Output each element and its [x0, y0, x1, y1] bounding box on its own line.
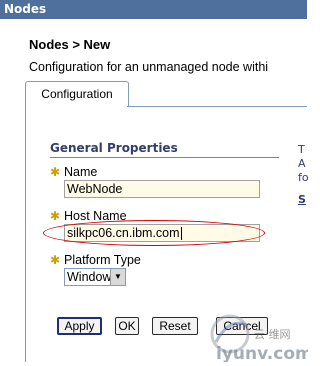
ok-button[interactable]: OK: [115, 317, 139, 335]
side-help-text-1: T: [298, 143, 305, 156]
required-star-icon: ✱: [50, 253, 61, 267]
side-help-text-3: fo: [298, 171, 309, 184]
apply-button[interactable]: Apply: [57, 317, 102, 335]
highlight-ellipse: [43, 220, 265, 246]
platform-type-select[interactable]: Windows ▼: [64, 268, 126, 286]
watermark-sub-text: 云·维网: [254, 328, 291, 341]
tab-panel-border-top: [127, 106, 307, 107]
tab-configuration-label: Configuration: [41, 87, 113, 101]
required-star-icon: ✱: [50, 165, 61, 179]
window-titlebar: Nodes: [0, 0, 307, 19]
tab-configuration[interactable]: Configuration: [25, 81, 129, 107]
name-input[interactable]: WebNode: [64, 180, 260, 198]
watermark-logo-icon: 云·维网 iyunv.com: [210, 314, 313, 364]
dropdown-arrow-icon[interactable]: ▼: [110, 269, 125, 285]
watermark-logo: 云·维网 iyunv.com: [208, 312, 313, 366]
reset-button[interactable]: Reset: [152, 317, 198, 335]
platform-type-label: Platform Type: [64, 253, 141, 267]
watermark-text: iyunv.com: [216, 344, 308, 362]
side-help-link[interactable]: S: [298, 193, 306, 206]
page-description: Configuration for an unmanaged node with…: [29, 60, 269, 74]
section-divider: [50, 157, 279, 158]
tab-panel-border-left: [25, 106, 26, 362]
window-title: Nodes: [4, 2, 47, 16]
side-help-text-2: A: [298, 157, 306, 170]
name-label: Name: [64, 165, 98, 179]
name-input-value: WebNode: [67, 182, 123, 196]
breadcrumb: Nodes > New: [29, 37, 111, 52]
section-title-general-properties: General Properties: [50, 141, 178, 155]
required-star-icon: ✱: [50, 209, 61, 223]
